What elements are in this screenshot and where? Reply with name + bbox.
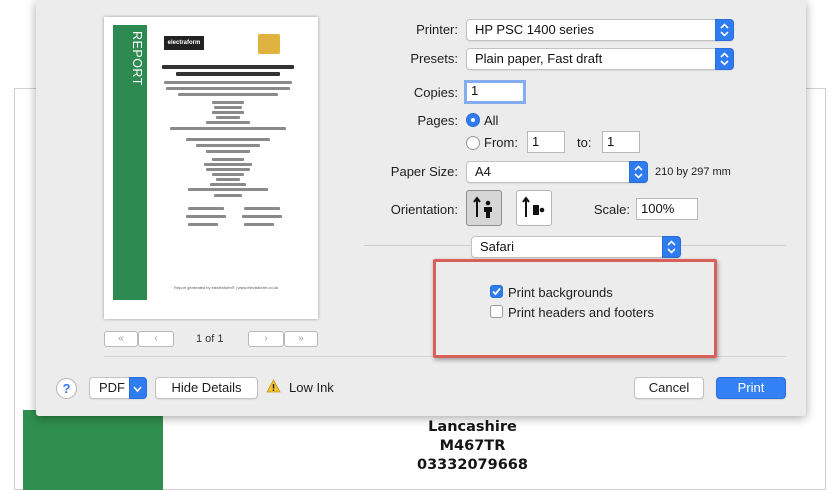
background-text-line: Lancashire <box>428 419 517 435</box>
pages-from-radio[interactable] <box>466 136 480 150</box>
page-indicator: 1 of 1 <box>196 333 224 345</box>
scale-input[interactable]: 100% <box>636 198 698 220</box>
low-ink-label: Low Ink <box>289 380 334 395</box>
background-green-strip <box>23 410 163 490</box>
app-section-value: Safari <box>480 239 514 254</box>
pages-label: Pages: <box>417 113 458 128</box>
orientation-label: Orientation: <box>390 202 458 217</box>
print-preview-page: REPORT electraform Report generated by e… <box>104 17 318 319</box>
chevron-updown-icon <box>662 236 681 258</box>
copies-input[interactable]: 1 <box>464 80 526 104</box>
paper-dimensions: 210 by 297 mm <box>655 166 731 178</box>
pages-all-radio[interactable] <box>466 113 480 127</box>
printer-label: Printer: <box>416 22 458 37</box>
paper-size-label: Paper Size: <box>390 164 458 179</box>
hide-details-button[interactable]: Hide Details <box>155 377 258 399</box>
presets-value: Plain paper, Fast draft <box>475 51 603 66</box>
paper-size-select[interactable]: A4 <box>466 161 648 183</box>
chevron-down-icon <box>129 377 147 399</box>
orientation-landscape-button[interactable] <box>516 190 552 226</box>
pages-all-label: All <box>484 113 499 128</box>
print-button[interactable]: Print <box>716 377 786 399</box>
printer-select[interactable]: HP PSC 1400 series <box>466 19 734 41</box>
pdf-menu-button[interactable]: PDF <box>89 377 147 399</box>
next-page-button[interactable]: › <box>248 331 284 347</box>
highlight-box <box>433 259 717 358</box>
background-text-line: M467TR <box>439 438 506 454</box>
printer-value: HP PSC 1400 series <box>475 22 594 37</box>
chevron-updown-icon <box>715 19 734 41</box>
landscape-orientation-icon <box>522 196 545 217</box>
pages-from-label: From: <box>484 135 518 150</box>
chevron-updown-icon <box>629 161 648 183</box>
help-button[interactable]: ? <box>56 378 77 399</box>
app-section-select[interactable]: Safari <box>471 236 681 258</box>
pdf-label: PDF <box>99 380 125 395</box>
previous-page-button[interactable]: ‹ <box>138 331 174 347</box>
presets-label: Presets: <box>410 51 458 66</box>
chevron-updown-icon <box>715 48 734 70</box>
first-page-button[interactable]: « <box>104 331 138 347</box>
cancel-button[interactable]: Cancel <box>634 377 704 399</box>
orientation-portrait-button[interactable] <box>466 190 502 226</box>
presets-select[interactable]: Plain paper, Fast draft <box>466 48 734 70</box>
copies-label: Copies: <box>413 85 458 100</box>
warning-icon <box>266 379 281 393</box>
preview-strip-text: REPORT <box>130 31 144 86</box>
paper-size-value: A4 <box>475 164 491 179</box>
scale-label: Scale: <box>593 202 630 217</box>
portrait-orientation-icon <box>473 196 492 218</box>
pages-to-label: to: <box>577 135 592 150</box>
pages-to-input[interactable]: 1 <box>602 131 640 153</box>
preview-footer-text: Report generated by electraform® | www.e… <box>174 285 279 290</box>
last-page-button[interactable]: » <box>284 331 318 347</box>
pages-from-input[interactable]: 1 <box>527 131 565 153</box>
background-text-line: 03332079668 <box>417 457 528 473</box>
preview-logo: electraform <box>164 36 204 50</box>
preview-badge-icon <box>258 34 280 54</box>
